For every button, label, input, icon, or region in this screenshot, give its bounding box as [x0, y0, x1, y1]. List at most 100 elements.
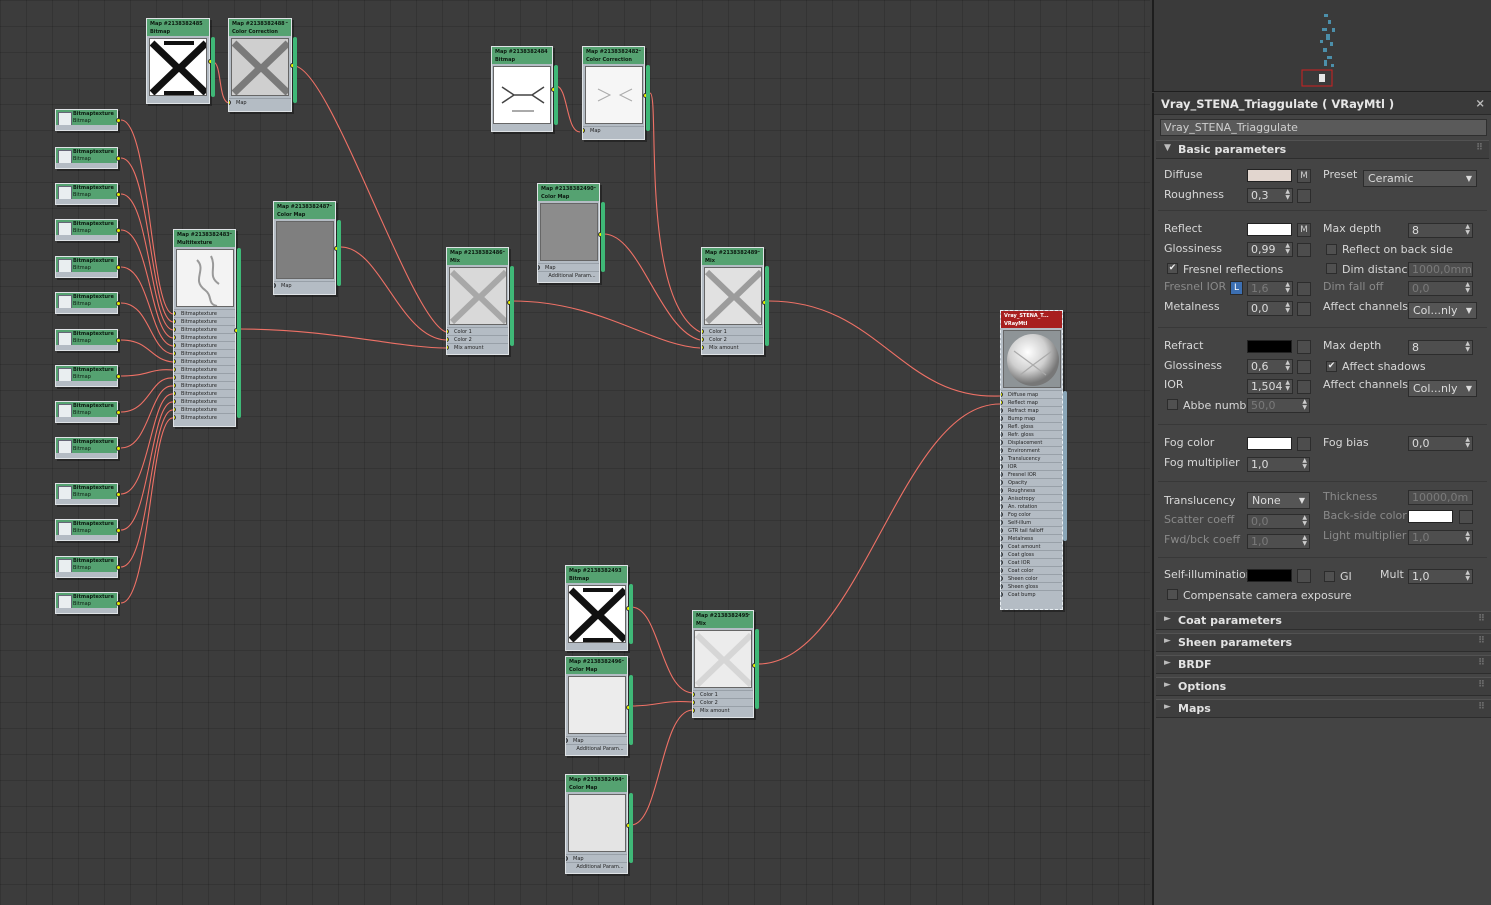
- fog-color-map-button[interactable]: [1297, 437, 1311, 451]
- vraymtl-slot[interactable]: Diffuse map: [1001, 390, 1062, 398]
- abbe-spinner[interactable]: 50,0 ▲ ▼: [1247, 398, 1310, 413]
- refract-color-swatch[interactable]: [1247, 340, 1292, 353]
- node-color-map-4[interactable]: Map #2138382494 Color Map – Map Additional…: [565, 774, 633, 874]
- thickness-spinner[interactable]: 10000,0m: [1408, 490, 1473, 505]
- node-bitmap-3[interactable]: Map #2138382493 Bitmap: [565, 565, 633, 651]
- node-bitmaptexture[interactable]: Bitmaptexture Bitmap: [55, 329, 121, 351]
- light-multiplier-spinner[interactable]: 1,0 ▲ ▼: [1408, 530, 1473, 545]
- node-bitmaptexture[interactable]: Bitmaptexture Bitmap: [55, 556, 121, 578]
- refr-glossiness-map-button[interactable]: [1297, 360, 1311, 374]
- node-color-map-1[interactable]: Map #2138382487 Color Map – Map: [273, 201, 341, 295]
- diffuse-map-button[interactable]: M: [1297, 169, 1311, 183]
- node-bitmaptexture[interactable]: Bitmaptexture Bitmap: [55, 401, 121, 423]
- translucency-dropdown[interactable]: None ▼: [1247, 492, 1310, 509]
- diffuse-color-swatch[interactable]: [1247, 169, 1292, 182]
- reflect-color-swatch[interactable]: [1247, 223, 1292, 236]
- affect-channels-dropdown[interactable]: Col...nly ▼: [1408, 302, 1477, 319]
- node-bitmaptexture[interactable]: Bitmaptexture Bitmap: [55, 256, 121, 278]
- node-bitmaptexture[interactable]: Bitmaptexture Bitmap: [55, 147, 121, 169]
- node-bitmap-1[interactable]: Map #2138382485 Bitmap: [146, 18, 215, 104]
- material-name-field[interactable]: Vray_STENA_Triaggulate: [1160, 119, 1487, 136]
- backside-color-swatch[interactable]: [1408, 510, 1453, 523]
- node-bitmaptexture[interactable]: Bitmaptexture Bitmap: [55, 183, 121, 205]
- vraymtl-slot[interactable]: Coat amount: [1001, 542, 1062, 550]
- dim-distance-checkbox[interactable]: [1326, 263, 1337, 274]
- vraymtl-slot[interactable]: Fog color: [1001, 510, 1062, 518]
- fresnel-checkbox[interactable]: ✔: [1167, 263, 1178, 274]
- slot-bitmaptexture[interactable]: Bitmaptexture: [174, 389, 235, 397]
- node-mix-2[interactable]: Map #2138382489 Mix – Color 1 Color 2 Mix …: [701, 247, 769, 355]
- fresnel-ior-spinner[interactable]: 1,6 ▲ ▼: [1247, 281, 1293, 296]
- vraymtl-slot[interactable]: GTR tail falloff: [1001, 526, 1062, 534]
- node-bitmaptexture[interactable]: Bitmaptexture Bitmap: [55, 483, 121, 505]
- vraymtl-slot[interactable]: Fresnel IOR: [1001, 470, 1062, 478]
- navigator-preview[interactable]: [1152, 0, 1491, 92]
- node-color-map-3[interactable]: Map #2138382496 Color Map – Map Additional…: [565, 656, 633, 756]
- vraymtl-slot[interactable]: Coat IOR: [1001, 558, 1062, 566]
- ior-map-button[interactable]: [1297, 380, 1311, 394]
- glossiness-map-button[interactable]: [1297, 243, 1311, 257]
- node-bitmaptexture[interactable]: Bitmaptexture Bitmap: [55, 437, 121, 459]
- roughness-map-button[interactable]: [1297, 189, 1311, 203]
- self-illumination-map-button[interactable]: [1297, 569, 1311, 583]
- slot-bitmaptexture[interactable]: Bitmaptexture: [174, 405, 235, 413]
- slot-bitmaptexture[interactable]: Bitmaptexture: [174, 381, 235, 389]
- self-illumination-color-swatch[interactable]: [1247, 569, 1292, 582]
- compensate-exposure-checkbox[interactable]: [1167, 589, 1178, 600]
- vraymtl-slot[interactable]: IOR: [1001, 462, 1062, 470]
- vraymtl-slot[interactable]: Metalness: [1001, 534, 1062, 542]
- node-mix-3[interactable]: Map #2138382495 Mix – Color 1 Color 2 Mix …: [692, 610, 759, 718]
- slot-bitmaptexture[interactable]: Bitmaptexture: [174, 309, 235, 317]
- fresnel-ior-map-button[interactable]: [1297, 282, 1311, 296]
- vraymtl-slot[interactable]: Coat bump: [1001, 590, 1062, 598]
- rollout-brdf[interactable]: ► BRDF ⠿: [1156, 655, 1491, 674]
- slot-bitmaptexture[interactable]: Bitmaptexture: [174, 333, 235, 341]
- node-bitmaptexture[interactable]: Bitmaptexture Bitmap: [55, 109, 121, 131]
- vraymtl-slot[interactable]: Coat gloss: [1001, 550, 1062, 558]
- vraymtl-slot[interactable]: Translucency: [1001, 454, 1062, 462]
- slot-bitmaptexture[interactable]: Bitmaptexture: [174, 341, 235, 349]
- node-color-map-2[interactable]: Map #2138382490 Color Map – Map Additional…: [537, 183, 605, 283]
- node-bitmaptexture[interactable]: Bitmaptexture Bitmap: [55, 592, 121, 614]
- vraymtl-slot[interactable]: Anisotropy: [1001, 494, 1062, 502]
- vraymtl-slot[interactable]: Bump map: [1001, 414, 1062, 422]
- reflect-map-button[interactable]: M: [1297, 223, 1311, 237]
- vraymtl-slot[interactable]: Roughness: [1001, 486, 1062, 494]
- vraymtl-slot[interactable]: Sheen color: [1001, 574, 1062, 582]
- vraymtl-slot[interactable]: Refract map: [1001, 406, 1062, 414]
- slate-node-view[interactable]: Bitmaptexture Bitmap Bitmaptexture Bitmap Bi…: [0, 0, 1150, 905]
- slot-bitmaptexture[interactable]: Bitmaptexture: [174, 317, 235, 325]
- slot-bitmaptexture[interactable]: Bitmaptexture: [174, 349, 235, 357]
- node-bitmap-2[interactable]: Map #2138382484 Bitmap: [491, 46, 558, 132]
- fresnel-ior-lock-button[interactable]: L: [1230, 281, 1243, 295]
- reflect-backside-checkbox[interactable]: [1326, 244, 1337, 255]
- node-color-correction-2[interactable]: Map #2138382482 Color Correction – Map: [582, 46, 650, 140]
- rollout-basic-parameters[interactable]: ▼ Basic parameters ⠿: [1156, 140, 1489, 159]
- fog-multiplier-spinner[interactable]: 1,0 ▲ ▼: [1247, 457, 1310, 472]
- slot-bitmaptexture[interactable]: Bitmaptexture: [174, 357, 235, 365]
- refr-affect-channels-dropdown[interactable]: Col...nly ▼: [1408, 380, 1477, 397]
- close-icon[interactable]: ×: [1475, 96, 1485, 110]
- affect-shadows-checkbox[interactable]: ✔: [1326, 361, 1337, 372]
- vraymtl-slot[interactable]: An. rotation: [1001, 502, 1062, 510]
- rollout-maps[interactable]: ► Maps ⠿: [1156, 699, 1491, 718]
- metalness-map-button[interactable]: [1297, 302, 1311, 316]
- glossiness-spinner[interactable]: 0,99 ▲ ▼: [1247, 242, 1293, 257]
- vraymtl-slot[interactable]: Self-illum: [1001, 518, 1062, 526]
- node-bitmaptexture[interactable]: Bitmaptexture Bitmap: [55, 365, 121, 387]
- rollout-sheen-parameters[interactable]: ► Sheen parameters ⠿: [1156, 633, 1491, 652]
- metalness-spinner[interactable]: 0,0 ▲ ▼: [1247, 301, 1293, 316]
- vraymtl-slot[interactable]: Opacity: [1001, 478, 1062, 486]
- fog-bias-spinner[interactable]: 0,0 ▲ ▼: [1408, 436, 1473, 451]
- abbe-checkbox[interactable]: [1167, 399, 1178, 410]
- rollout-options[interactable]: ► Options ⠿: [1156, 677, 1491, 696]
- vraymtl-slot[interactable]: Coat color: [1001, 566, 1062, 574]
- slot-bitmaptexture[interactable]: Bitmaptexture: [174, 397, 235, 405]
- max-depth-spinner[interactable]: 8 ▲ ▼: [1408, 223, 1473, 238]
- vraymtl-slot[interactable]: Refr. gloss: [1001, 430, 1062, 438]
- refr-max-depth-spinner[interactable]: 8 ▲ ▼: [1408, 340, 1473, 355]
- vraymtl-slot[interactable]: Displacement: [1001, 438, 1062, 446]
- node-multitexture[interactable]: Map #2138382483 Multitexture – Bitmaptextu…: [173, 229, 241, 427]
- refract-map-button[interactable]: [1297, 340, 1311, 354]
- fwd-bck-coeff-spinner[interactable]: 1,0 ▲ ▼: [1247, 534, 1310, 549]
